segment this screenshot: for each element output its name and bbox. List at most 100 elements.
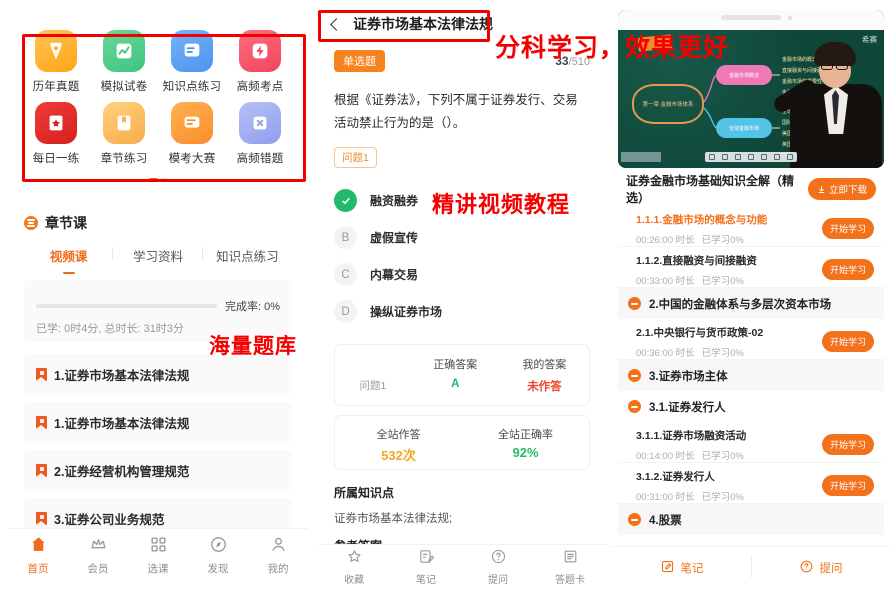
answer-row-label: 问题1 [359,380,387,393]
start-study-button[interactable]: 开始学习 [821,475,874,496]
course-toolbar-item-提问[interactable]: 提问 [751,547,890,588]
toolbar-item-提问[interactable]: 提问 [462,545,534,588]
toolbar-item-收藏[interactable]: 收藏 [318,545,390,588]
chapter-item[interactable]: 2.证券经营机构管理规范 [24,450,292,491]
lesson-duration: 00:31:00 时长 [636,492,695,503]
lesson-item[interactable]: 1.1.1.金融市场的概念与功能 00:26:00 时长 已学习0% 开始学习 [618,206,884,247]
start-study-button[interactable]: 开始学习 [821,218,874,239]
quick-entry-label: 历年真题 [32,81,80,93]
chapter-item[interactable]: 1.证券市场基本法律法规 [24,402,292,443]
quick-entry-label: 章节练习 [100,153,148,165]
collapse-minus-icon[interactable] [628,297,641,310]
quick-entry-2[interactable]: 模拟试卷 [90,30,158,94]
tab-3[interactable]: 知识点练习 [203,246,292,274]
tabbar-label: 会员 [87,563,109,575]
option-label: 内幕交易 [370,268,419,283]
quick-entry-6[interactable]: 章节练习 [90,102,158,166]
option-B[interactable]: B 虚假宣传 [334,219,590,256]
lesson-group-header[interactable]: 4.股票 [618,504,884,535]
option-key: B [341,231,350,244]
my-answer-value: 未作答 [527,381,562,394]
lesson-group-header[interactable]: 3.1.证券发行人 [618,391,884,422]
lesson-group-title: 2.中国的金融体系与多层次资本市场 [649,298,832,311]
grid-squares-icon [149,535,168,557]
bookmark-icon [36,416,47,429]
carousel-dot[interactable] [160,178,168,181]
video-left-controls[interactable] [621,152,661,162]
lesson-item[interactable]: 2.1.中央银行与货币政策-02 00:36:00 时长 已学习0% 开始学习 [618,319,884,360]
option-D[interactable]: D 操纵证券市场 [334,293,590,330]
lesson-duration: 00:33:00 时长 [636,276,695,287]
collapse-minus-icon[interactable] [628,513,641,526]
answer-col-blank [335,356,411,372]
lesson-progress: 已学习0% [701,276,744,287]
quick-entry-4[interactable]: 高频考点 [226,30,294,94]
carousel-dot-active[interactable] [148,178,158,181]
option-C[interactable]: C 内幕交易 [334,256,590,293]
tabbar-item-会员[interactable]: 会员 [68,529,128,582]
tabbar-item-我的[interactable]: 我的 [248,529,308,582]
bottom-tabbar: 首页 会员 选课 发现 我的 [8,528,308,582]
lesson-group-header[interactable]: 3.证券市场主体 [618,360,884,391]
chevron-left-icon[interactable] [330,17,343,31]
lesson-group-header[interactable]: 2.中国的金融体系与多层次资本市场 [618,288,884,319]
tab-2[interactable]: 学习资料 [113,246,203,274]
annotation-text-3: 海量题库 [209,333,297,358]
attempts-value: 532次 [381,448,416,464]
quick-entry-7[interactable]: 模考大赛 [158,102,226,166]
glasses-icon [821,60,848,70]
page-title: 章节课 [45,215,87,231]
tabbar-label: 首页 [27,563,49,575]
lesson-item[interactable]: 3.1.1.证券市场融资活动 00:14:00 时长 已学习0% 开始学习 [618,422,884,463]
lesson-duration: 00:36:00 时长 [636,348,695,359]
lesson-item[interactable]: 1.1.2.直接融资与间接融资 00:33:00 时长 已学习0% 开始学习 [618,247,884,288]
toolbar-item-笔记[interactable]: 笔记 [390,545,462,588]
collapse-minus-icon[interactable] [628,400,641,413]
tab-label: 知识点练习 [216,250,279,264]
quick-entry-1[interactable]: 历年真题 [22,30,90,94]
tabbar-item-发现[interactable]: 发现 [188,529,248,582]
course-toolbar-item-笔记[interactable]: 笔记 [612,547,751,588]
toolbar-item-答题卡[interactable]: 答题卡 [534,545,606,588]
note-pencil-orange-icon [660,559,675,577]
quick-entry-label: 模考大赛 [168,153,216,165]
screenshot-stage: 历年真题 模拟试卷 知识点练习 高频考点 每日一练 章节练习 模考大赛 高频错题 章节课 视频… [0,0,895,590]
download-button[interactable]: 立即下载 [807,178,876,200]
chapter-title: 1.证券市场基本法律法规 [54,417,190,431]
toolbar-label: 收藏 [344,574,364,586]
start-study-button[interactable]: 开始学习 [821,434,874,455]
start-study-button[interactable]: 开始学习 [821,259,874,280]
tabbar-item-选课[interactable]: 选课 [128,529,188,582]
carousel-dots[interactable] [22,178,294,181]
quick-entry-5[interactable]: 每日一练 [22,102,90,166]
star-icon [346,548,363,568]
quick-entry-8[interactable]: 高频错题 [226,102,294,166]
option-key: D [341,305,350,318]
progress-row: 完成率: 0% [36,298,280,314]
user-icon [269,535,288,557]
video-toolbar[interactable] [705,152,797,162]
lesson-duration: 00:14:00 时长 [636,451,695,462]
lesson-group-title: 3.证券市场主体 [649,370,728,383]
lesson-progress: 已学习0% [701,348,744,359]
navbar-title: 证券市场基本法律法规 [353,16,493,32]
lesson-progress: 已学习0% [701,235,744,246]
quick-entry-label: 模拟试卷 [100,81,148,93]
vip-crown-icon [89,535,108,557]
tabbar-item-首页[interactable]: 首页 [8,529,68,582]
annotation-text-1: 分科学习，效果更好 [495,33,730,62]
knowledge-point-text: 证券市场基本法律法规; [334,513,453,526]
lesson-list: 1.1.1.金融市场的概念与功能 00:26:00 时长 已学习0% 开始学习 1.1.… [618,206,884,546]
star-badge-icon [35,102,77,144]
collapse-minus-icon[interactable] [628,369,641,382]
phone-screen-home: 历年真题 模拟试卷 知识点练习 高频考点 每日一练 章节练习 模考大赛 高频错题 章节课 视频… [8,8,308,582]
tab-1[interactable]: 视频课 [24,246,114,274]
lesson-item[interactable]: 3.1.2.证券发行人 00:31:00 时长 已学习0% 开始学习 [618,463,884,504]
content-tabs: 视频课 学习资料 知识点练习 [24,246,292,274]
chapter-item[interactable]: 1.证券市场基本法律法规 [24,354,292,395]
toolbar-label: 笔记 [416,574,436,586]
course-title: 证券金融市场基础知识全解（精选） [626,174,795,205]
quick-entry-3[interactable]: 知识点练习 [158,30,226,94]
start-study-button[interactable]: 开始学习 [821,331,874,352]
accuracy-value: 92% [512,445,539,461]
